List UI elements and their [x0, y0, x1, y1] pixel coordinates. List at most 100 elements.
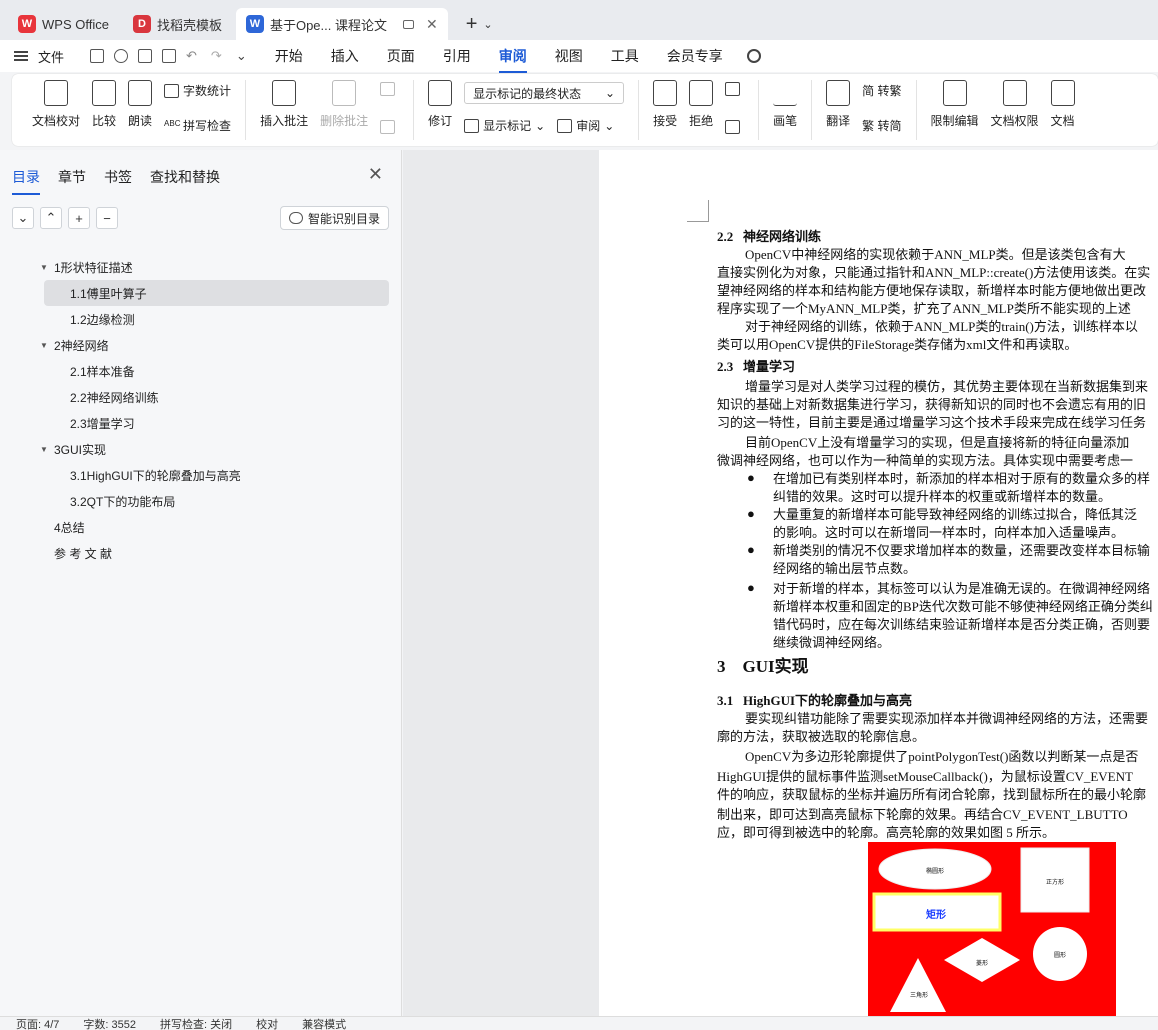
- tab-wps-office[interactable]: W WPS Office: [8, 8, 119, 40]
- toc-item[interactable]: ▼ 3GUI实现: [40, 436, 401, 462]
- new-tab-button[interactable]: + ⌄: [466, 8, 493, 40]
- menu-insert[interactable]: 插入: [331, 46, 359, 66]
- save-icon[interactable]: [90, 49, 105, 63]
- caret-down-icon[interactable]: ▼: [40, 445, 48, 454]
- caret-down-icon[interactable]: ▼: [40, 341, 48, 350]
- word-count-button[interactable]: 字数统计: [164, 82, 231, 99]
- chevron-down-icon[interactable]: ⌄: [236, 48, 247, 64]
- paragraph-line: 知识的基础上对新数据集进行学习，获得新知识的同时也不会遗忘有用的旧: [717, 397, 1147, 412]
- doc-more-button[interactable]: 文档: [1050, 80, 1075, 129]
- spell-check-indicator[interactable]: 拼写检查: 关闭: [160, 1017, 232, 1030]
- expand-down-icon[interactable]: ⌄: [12, 207, 34, 229]
- toc-item[interactable]: 1.1傅里叶算子: [44, 280, 389, 306]
- paragraph-line: 增量学习是对人类学习过程的模仿，其优势主要体现在当新数据集到来: [745, 379, 1149, 394]
- toc-list: ▼ 1形状特征描述 1.1傅里叶算子 1.2边缘检测 ▼ 2神经网络 2.1样本准备…: [0, 254, 401, 566]
- ellipse-label: 椭圆形: [926, 869, 945, 875]
- ribbon-group-proof: 文档校对 比较 朗读 字数统计 ABC 拼写检查: [18, 80, 247, 140]
- nav-tab-toc[interactable]: 目录: [12, 167, 40, 195]
- paragraph-line: 目前OpenCV上没有增量学习的实现，但是直接将新的特征向量添加: [745, 435, 1130, 450]
- print-icon[interactable]: [138, 49, 153, 63]
- spell-check-button[interactable]: ABC 拼写检查: [164, 117, 231, 134]
- doc-check-button[interactable]: 文档校对: [32, 80, 80, 129]
- toc-item[interactable]: 参 考 文 献: [40, 540, 401, 566]
- chevron-down-icon[interactable]: ⌄: [483, 18, 492, 31]
- accept-button[interactable]: 接受: [653, 80, 677, 129]
- to-simplified-button[interactable]: 简 转繁: [862, 82, 901, 99]
- review-pane-button[interactable]: 审阅: [576, 117, 600, 134]
- menu-tools[interactable]: 工具: [611, 46, 639, 66]
- menu-start[interactable]: 开始: [275, 46, 303, 66]
- show-markup-button[interactable]: 显示标记: [483, 117, 531, 134]
- compare-button[interactable]: 比较: [92, 80, 116, 129]
- menu-reference[interactable]: 引用: [443, 46, 471, 66]
- doc-permission-button[interactable]: 文档权限: [991, 80, 1039, 129]
- redo-icon[interactable]: ↷: [211, 48, 222, 64]
- remove-icon[interactable]: −: [96, 207, 118, 229]
- translate-button[interactable]: 翻译: [826, 80, 850, 129]
- page-indicator[interactable]: 页面: 4/7: [16, 1017, 59, 1030]
- menu-page[interactable]: 页面: [387, 46, 415, 66]
- doc-check-icon: [44, 80, 68, 106]
- wps-logo-icon: W: [18, 15, 36, 33]
- read-aloud-button[interactable]: 朗读: [128, 80, 152, 129]
- search-icon[interactable]: [746, 49, 761, 63]
- nav-tab-sections[interactable]: 章节: [58, 167, 86, 187]
- toc-item[interactable]: 2.2神经网络训练: [40, 384, 401, 410]
- markup-state-select[interactable]: 显示标记的最终状态 ⌄: [464, 82, 625, 104]
- figure-5-image[interactable]: 椭圆形 正方形 矩形 菱形 圆形 三角形: [868, 842, 1116, 1016]
- page-corner-mark: [687, 200, 709, 222]
- tab-templates[interactable]: D 找稻壳模板: [123, 8, 232, 40]
- document-canvas[interactable]: 2.2 神经网络训练 OpenCV中神经网络的实现依赖于ANN_MLP类。但是该…: [403, 150, 1158, 1016]
- caret-down-icon[interactable]: ▼: [40, 263, 48, 272]
- toc-item[interactable]: 4总结: [40, 514, 401, 540]
- toc-item[interactable]: 3.1HighGUI下的轮廓叠加与高亮: [40, 462, 401, 488]
- menu-member[interactable]: 会员专享: [667, 46, 723, 66]
- nav-tab-find-replace[interactable]: 查找和替换: [150, 167, 220, 187]
- toc-item[interactable]: ▼ 2神经网络: [40, 332, 401, 358]
- brush-button[interactable]: 画笔: [773, 80, 797, 129]
- word-count-indicator[interactable]: 字数: 3552: [83, 1017, 136, 1030]
- to-traditional-button[interactable]: 繁 转简: [862, 117, 901, 134]
- window-restore-icon[interactable]: [403, 19, 414, 29]
- toc-item[interactable]: 2.3增量学习: [40, 410, 401, 436]
- collapse-up-icon[interactable]: ⌃: [40, 207, 62, 229]
- file-menu[interactable]: 文件: [38, 47, 64, 66]
- delete-comment-icon: [332, 80, 357, 106]
- translate-label: 翻译: [826, 114, 851, 128]
- insert-comment-button[interactable]: 插入批注: [260, 80, 308, 129]
- proof-indicator[interactable]: 校对: [256, 1017, 278, 1030]
- toc-item[interactable]: 1.2边缘检测: [40, 306, 401, 332]
- close-tab-icon[interactable]: ✕: [426, 16, 438, 33]
- tab-document[interactable]: W 基于Ope... 课程论文 ✕: [235, 8, 448, 40]
- menu-view[interactable]: 视图: [555, 46, 583, 66]
- toc-item[interactable]: 2.1样本准备: [40, 358, 401, 384]
- undo-icon[interactable]: ↶: [186, 48, 197, 64]
- prev-change-icon[interactable]: [725, 82, 741, 96]
- next-comment-icon[interactable]: [380, 120, 396, 134]
- share-icon[interactable]: [114, 49, 129, 63]
- document-page[interactable]: 2.2 神经网络训练 OpenCV中神经网络的实现依赖于ANN_MLP类。但是该…: [599, 150, 1158, 1016]
- revise-button[interactable]: 修订: [428, 80, 452, 129]
- writer-logo-icon: W: [245, 15, 264, 33]
- close-icon[interactable]: ✕: [368, 164, 383, 185]
- toc-item-label: 2.3增量学习: [70, 416, 135, 431]
- paragraph-line: 类可以用OpenCV提供的FileStorage类存储为xml文件和再读取。: [717, 337, 1078, 352]
- nav-tab-bookmarks[interactable]: 书签: [104, 167, 132, 187]
- delete-comment-button[interactable]: 删除批注: [320, 80, 368, 129]
- print-preview-icon[interactable]: [162, 49, 177, 63]
- accept-icon: [653, 80, 678, 106]
- smart-toc-button[interactable]: 智能识别目录: [279, 206, 389, 230]
- hamburger-icon[interactable]: [14, 49, 28, 63]
- add-icon[interactable]: +: [68, 207, 90, 229]
- prev-comment-icon[interactable]: [380, 82, 396, 96]
- list-item-line: 的影响。这时可以在新增同一样本时，向样本加入适量噪声。: [773, 525, 1125, 540]
- menu-review[interactable]: 审阅: [498, 46, 527, 73]
- toc-item[interactable]: 3.2QT下的功能布局: [40, 488, 401, 514]
- restrict-edit-button[interactable]: 限制编辑: [931, 80, 979, 129]
- toc-item[interactable]: ▼ 1形状特征描述: [40, 254, 401, 280]
- paragraph-line: 对于神经网络的训练，依赖于ANN_MLP类的train()方法，训练样本以: [745, 319, 1138, 334]
- next-change-icon[interactable]: [725, 120, 741, 134]
- smart-toc-label: 智能识别目录: [307, 211, 380, 226]
- brush-label: 画笔: [773, 114, 798, 128]
- reject-button[interactable]: 拒绝: [689, 80, 713, 129]
